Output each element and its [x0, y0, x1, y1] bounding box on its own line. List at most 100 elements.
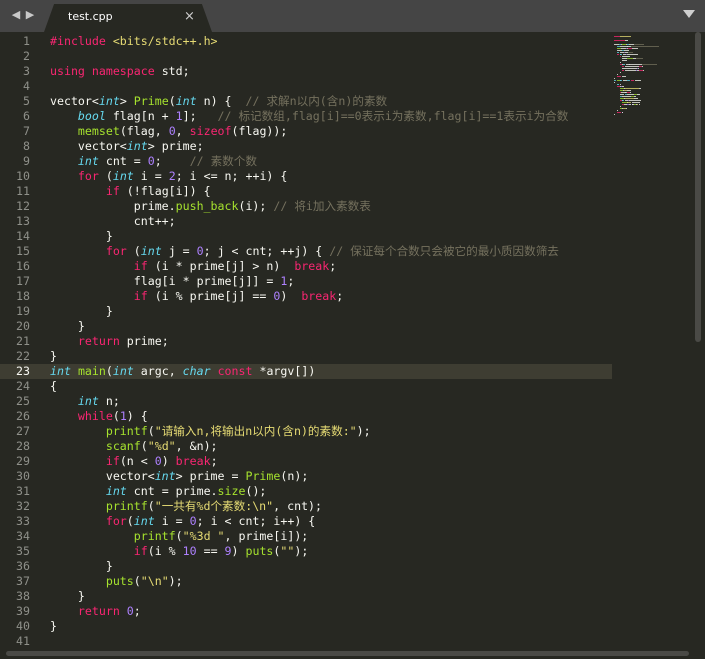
code-line[interactable]: 8 vector<int> prime; [0, 139, 612, 154]
code-line[interactable]: 19 } [0, 304, 612, 319]
code-text: printf("一共有%d个素数:\n", cnt); [105, 499, 323, 513]
code-line[interactable]: 13 cnt++; [0, 214, 612, 229]
code-line[interactable]: 35 if(i % 10 == 9) puts(""); [0, 544, 612, 559]
code-line[interactable]: 24 { [0, 379, 612, 394]
code-line[interactable]: 22} [0, 349, 612, 364]
tab-label: test.cpp [68, 10, 113, 23]
line-number: 1 [23, 34, 30, 48]
code-line[interactable]: 11 if (!flag[i]) { [0, 184, 612, 199]
code-line[interactable]: 32 printf("一共有%d个素数:\n", cnt); [0, 499, 612, 514]
minimap-stroke [614, 114, 615, 115]
minimap-stroke [624, 98, 634, 99]
horizontal-scrollbar[interactable] [6, 651, 689, 656]
code-line[interactable]: 26 while(1) { [0, 409, 612, 424]
code-line[interactable]: 38 } [0, 589, 612, 604]
line-number: 28 [16, 439, 30, 453]
code-line[interactable]: 31 int cnt = prime.size(); [0, 484, 612, 499]
code-text: } [50, 559, 113, 573]
code-line[interactable]: 2 [0, 49, 612, 64]
minimap-stroke [616, 46, 620, 47]
minimap[interactable] [612, 32, 692, 650]
code-line[interactable]: 1 #include <bits/stdc++.h> [0, 34, 612, 49]
code-text: if (!flag[i]) { [105, 184, 211, 198]
minimap-stroke [620, 36, 631, 37]
code-line[interactable]: 30 vector<int> prime = Prime(n); [0, 469, 612, 484]
minimap-stroke [622, 100, 625, 101]
code-line[interactable]: 36 } [0, 559, 612, 574]
code-text: printf("请输入n,将输出n以内(含n)的素数:"); [105, 424, 371, 438]
minimap-stroke [628, 52, 633, 53]
line-number: 11 [16, 184, 30, 198]
minimap-stroke [621, 86, 624, 87]
code-line[interactable]: 3 using namespace std; [0, 64, 612, 79]
minimap-stroke [614, 82, 615, 83]
code-line[interactable]: 23 int main(int argc, char const *argv[]) [0, 364, 612, 379]
code-line[interactable]: 39 return 0; [0, 604, 612, 619]
code-line[interactable]: 20 } [0, 319, 612, 334]
code-line[interactable]: 28 scanf("%d", &n); [0, 439, 612, 454]
code-line[interactable]: 25 int n; [0, 394, 612, 409]
minimap-stroke [628, 100, 641, 101]
line-number: 26 [16, 409, 30, 423]
code-line[interactable]: 17 flag[i * prime[j]] = 1; [0, 274, 612, 289]
code-line[interactable]: 27 printf("请输入n,将输出n以内(含n)的素数:"); [0, 424, 612, 439]
code-line[interactable]: 4 [0, 79, 612, 94]
code-text: vector<int> Prime(int n) { // 求解n以内(含n)的… [50, 94, 388, 108]
tab-scroll-left-icon[interactable]: ◀ [10, 8, 22, 22]
line-number: 33 [16, 514, 30, 528]
minimap-stroke [642, 66, 643, 67]
code-line[interactable]: 16 if (i * prime[j] > n) break; [0, 259, 612, 274]
minimap-stroke [614, 80, 617, 81]
code-line[interactable]: 18 if (i % prime[j] == 0) break; [0, 289, 612, 304]
code-text: int n; [77, 394, 120, 408]
line-number: 31 [16, 484, 30, 498]
code-line[interactable]: 9 int cnt = 0; // 素数个数 [0, 154, 612, 169]
line-number: 2 [23, 49, 30, 63]
code-line[interactable]: 15 for (int j = 0; j < cnt; ++j) { // 保证… [0, 244, 612, 259]
line-number: 25 [16, 394, 30, 408]
line-number: 24 [16, 379, 30, 393]
code-line[interactable]: 14 } [0, 229, 612, 244]
minimap-stroke [616, 74, 618, 75]
line-number: 29 [16, 454, 30, 468]
tab-menu-chevron-down-icon[interactable] [683, 10, 695, 18]
code-line[interactable]: 6 bool flag[n + 1]; // 标记数组,flag[i]==0表示… [0, 109, 612, 124]
vertical-scrollbar[interactable] [695, 32, 701, 342]
minimap-stroke [629, 64, 642, 65]
minimap-stroke [633, 98, 639, 99]
line-number: 20 [16, 319, 30, 333]
minimap-stroke [631, 102, 640, 103]
line-number: 41 [16, 634, 30, 648]
minimap-stroke [621, 56, 631, 57]
code-line[interactable]: 7 memset(flag, 0, sizeof(flag)); [0, 124, 612, 139]
code-line[interactable]: 40} [0, 619, 612, 634]
code-line[interactable]: 10 for (int i = 2; i <= n; ++i) { [0, 169, 612, 184]
code-text: } [50, 589, 85, 603]
minimap-stroke [636, 58, 644, 59]
code-line[interactable]: 21 return prime; [0, 334, 612, 349]
code-line[interactable]: 33 for(int i = 0; i < cnt; i++) { [0, 514, 612, 529]
close-icon[interactable]: × [184, 9, 195, 24]
code-line[interactable]: 5 vector<int> Prime(int n) { // 求解n以内(含n)… [0, 94, 612, 109]
tab-scroll-right-icon[interactable]: ▶ [24, 8, 36, 22]
line-number: 5 [23, 94, 30, 108]
line-number: 14 [16, 229, 30, 243]
code-line[interactable]: 29 if(n < 0) break; [0, 454, 612, 469]
line-number: 21 [16, 334, 30, 348]
minimap-stroke [624, 66, 639, 67]
code-line[interactable]: 37 puts("\n"); [0, 574, 612, 589]
code-text: for (int i = 2; i <= n; ++i) { [77, 169, 288, 183]
line-number: 30 [16, 469, 30, 483]
code-editor[interactable]: 1 #include <bits/stdc++.h> 2 3 using namespa… [0, 32, 612, 650]
line-number: 6 [23, 109, 30, 123]
line-number: 18 [16, 289, 30, 303]
minimap-stroke [621, 76, 626, 77]
code-line[interactable]: 41 [0, 634, 612, 649]
code-line[interactable]: 34 printf("%3d ", prime[i]); [0, 529, 612, 544]
tab-test-cpp[interactable]: test.cpp × [44, 4, 212, 32]
code-text: } [50, 319, 85, 333]
code-line[interactable]: 12 prime.push_back(i); // 将i加入素数表 [0, 199, 612, 214]
code-text: cnt++; [50, 214, 176, 228]
minimap-stroke [616, 84, 619, 85]
minimap-stroke [630, 92, 631, 93]
